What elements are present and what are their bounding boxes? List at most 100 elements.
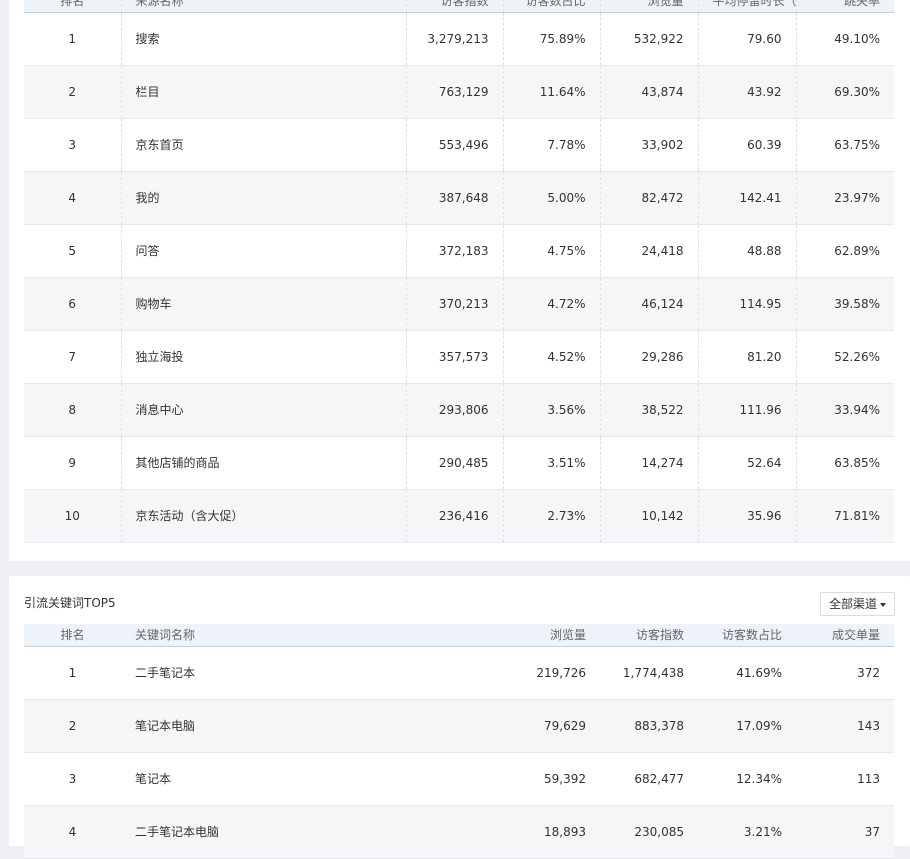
cell-keyword-name: 笔记本 [121, 752, 503, 806]
cell-visitor-index: 370,213 [406, 277, 504, 331]
table-row: 5 问答 372,183 4.75% 24,418 48.88 62.89% [24, 224, 894, 278]
col-rank-header[interactable]: 排名 [24, 624, 121, 647]
cell-source-name: 其他店铺的商品 [121, 436, 407, 490]
cell-orders: 37 [796, 805, 894, 859]
cell-rank: 3 [24, 118, 122, 172]
col-pageviews-header[interactable]: 浏览量 [503, 624, 600, 647]
cell-avg-stay: 142.41 [698, 171, 797, 225]
keyword-panel: 引流关键词TOP5 全部渠道 排名 关键词名称 浏览量 访客指数 访客数占比 成… [9, 576, 910, 859]
cell-visitor-share: 4.52% [503, 330, 601, 384]
cell-bounce-rate: 63.75% [796, 118, 894, 172]
keyword-section-title: 引流关键词TOP5 [24, 596, 116, 610]
cell-bounce-rate: 63.85% [796, 436, 894, 490]
col-visitor-share-header[interactable]: 访客数占比 [698, 624, 796, 647]
cell-visitor-share: 17.09% [698, 699, 796, 753]
cell-visitor-share: 3.56% [503, 383, 601, 437]
table-row: 1 搜索 3,279,213 75.89% 532,922 79.60 49.10% [24, 12, 894, 66]
col-pageviews-header[interactable]: 浏览量 [600, 0, 699, 13]
cell-visitor-share: 2.73% [503, 489, 601, 543]
cell-orders: 143 [796, 699, 894, 753]
table-header-row: 排名 来源名称 访客指数 访客数占比 浏览量 平均停留时长（秒） 跳失率 [24, 0, 894, 13]
cell-rank: 6 [24, 277, 122, 331]
cell-keyword-name: 二手笔记本 [121, 646, 503, 700]
col-visitor-share-header[interactable]: 访客数占比 [503, 0, 601, 13]
cell-bounce-rate: 39.58% [796, 277, 894, 331]
cell-bounce-rate: 69.30% [796, 65, 894, 119]
cell-avg-stay: 111.96 [698, 383, 797, 437]
keyword-table: 排名 关键词名称 浏览量 访客指数 访客数占比 成交单量 1 二手笔记本 219,7… [24, 624, 894, 859]
col-avg-stay-header[interactable]: 平均停留时长（秒） [698, 0, 797, 13]
cell-visitor-share: 12.34% [698, 752, 796, 806]
cell-rank: 4 [24, 805, 121, 859]
cell-pageviews: 532,922 [600, 12, 699, 66]
col-bounce-header[interactable]: 跳失率 [796, 0, 894, 13]
cell-pageviews: 59,392 [503, 752, 600, 806]
cell-visitor-share: 5.00% [503, 171, 601, 225]
col-rank-header[interactable]: 排名 [24, 0, 122, 13]
cell-bounce-rate: 23.97% [796, 171, 894, 225]
cell-visitor-share: 4.75% [503, 224, 601, 278]
cell-avg-stay: 79.60 [698, 12, 797, 66]
table-row: 3 笔记本 59,392 682,477 12.34% 113 [24, 752, 894, 806]
cell-rank: 8 [24, 383, 122, 437]
cell-rank: 1 [24, 646, 121, 700]
col-orders-header[interactable]: 成交单量 [796, 624, 894, 647]
cell-pageviews: 43,874 [600, 65, 699, 119]
cell-pageviews: 46,124 [600, 277, 699, 331]
cell-visitor-index: 387,648 [406, 171, 504, 225]
table-row: 4 二手笔记本电脑 18,893 230,085 3.21% 37 [24, 805, 894, 859]
cell-avg-stay: 43.92 [698, 65, 797, 119]
cell-avg-stay: 48.88 [698, 224, 797, 278]
cell-bounce-rate: 49.10% [796, 12, 894, 66]
cell-visitor-index: 3,279,213 [406, 12, 504, 66]
cell-visitor-index: 553,496 [406, 118, 504, 172]
cell-source-name: 消息中心 [121, 383, 407, 437]
cell-source-name: 独立海投 [121, 330, 407, 384]
cell-rank: 10 [24, 489, 122, 543]
cell-orders: 113 [796, 752, 894, 806]
cell-visitor-index: 293,806 [406, 383, 504, 437]
cell-rank: 5 [24, 224, 122, 278]
channel-dropdown[interactable]: 全部渠道 [819, 592, 895, 616]
cell-rank: 3 [24, 752, 121, 806]
cell-visitor-share: 4.72% [503, 277, 601, 331]
table-row: 8 消息中心 293,806 3.56% 38,522 111.96 33.94% [24, 383, 894, 437]
col-visitor-index-header[interactable]: 访客指数 [406, 0, 504, 13]
table-row: 4 我的 387,648 5.00% 82,472 142.41 23.97% [24, 171, 894, 225]
cell-avg-stay: 35.96 [698, 489, 797, 543]
cell-avg-stay: 81.20 [698, 330, 797, 384]
cell-rank: 2 [24, 699, 121, 753]
cell-visitor-index: 1,774,438 [600, 646, 698, 700]
col-source-name-header[interactable]: 来源名称 [121, 0, 407, 13]
cell-visitor-index: 236,416 [406, 489, 504, 543]
cell-bounce-rate: 62.89% [796, 224, 894, 278]
cell-visitor-share: 3.21% [698, 805, 796, 859]
cell-rank: 7 [24, 330, 122, 384]
col-visitor-index-header[interactable]: 访客指数 [600, 624, 698, 647]
cell-rank: 1 [24, 12, 122, 66]
cell-bounce-rate: 52.26% [796, 330, 894, 384]
col-keyword-name-header[interactable]: 关键词名称 [121, 624, 503, 647]
cell-pageviews: 82,472 [600, 171, 699, 225]
cell-rank: 2 [24, 65, 122, 119]
cell-rank: 4 [24, 171, 122, 225]
cell-source-name: 购物车 [121, 277, 407, 331]
cell-source-name: 京东首页 [121, 118, 407, 172]
cell-rank: 9 [24, 436, 122, 490]
cell-visitor-share: 3.51% [503, 436, 601, 490]
cell-avg-stay: 114.95 [698, 277, 797, 331]
cell-source-name: 我的 [121, 171, 407, 225]
cell-visitor-share: 11.64% [503, 65, 601, 119]
table-row: 2 笔记本电脑 79,629 883,378 17.09% 143 [24, 699, 894, 753]
cell-source-name: 京东活动（含大促） [121, 489, 407, 543]
cell-pageviews: 14,274 [600, 436, 699, 490]
cell-source-name: 问答 [121, 224, 407, 278]
table-row: 6 购物车 370,213 4.72% 46,124 114.95 39.58% [24, 277, 894, 331]
cell-visitor-index: 372,183 [406, 224, 504, 278]
cell-visitor-share: 7.78% [503, 118, 601, 172]
table-row: 3 京东首页 553,496 7.78% 33,902 60.39 63.75% [24, 118, 894, 172]
cell-pageviews: 79,629 [503, 699, 600, 753]
cell-keyword-name: 笔记本电脑 [121, 699, 503, 753]
cell-pageviews: 29,286 [600, 330, 699, 384]
cell-visitor-index: 230,085 [600, 805, 698, 859]
